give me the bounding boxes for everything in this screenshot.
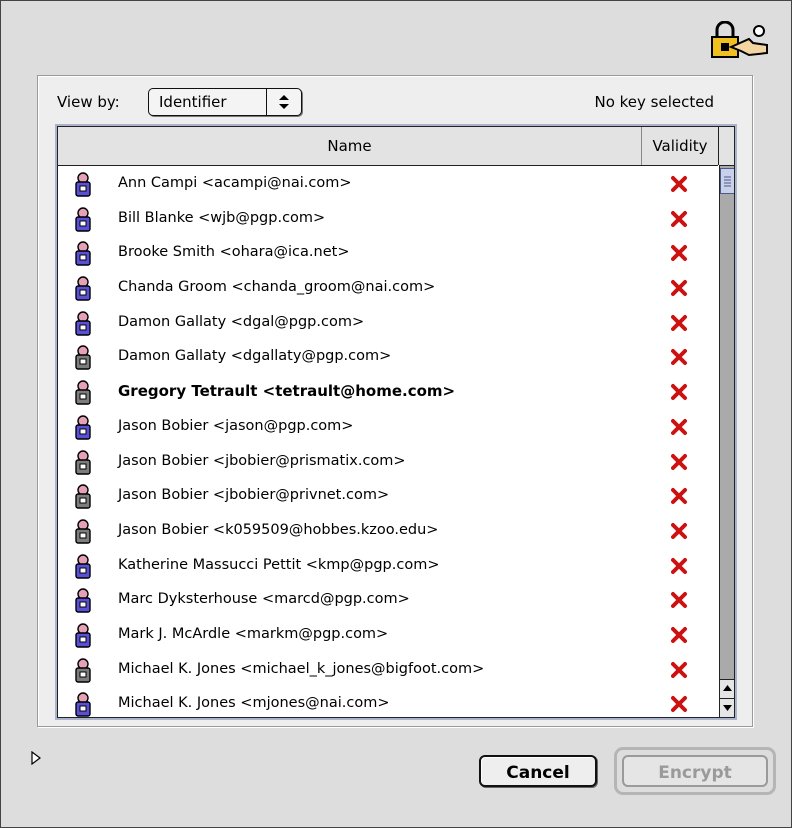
dh-key-icon <box>75 241 91 267</box>
list-row[interactable]: Ann Campi <acampi@nai.com> <box>58 166 718 201</box>
recipient-name: Jason Bobier <k059509@hobbes.kzoo.edu> <box>118 521 439 538</box>
recipient-name: Michael K. Jones <mjones@nai.com> <box>118 695 390 712</box>
dh-key-icon <box>75 206 91 232</box>
invalid-x-icon <box>671 245 687 262</box>
vertical-scrollbar[interactable] <box>719 166 734 717</box>
invalid-x-icon <box>671 661 687 678</box>
invalid-x-icon <box>671 592 687 609</box>
recipient-name: Jason Bobier <jason@pgp.com> <box>118 417 354 434</box>
list-row[interactable]: Gregory Tetrault <tetrault@home.com> <box>58 374 718 409</box>
list-row[interactable]: Chanda Groom <chanda_groom@nai.com> <box>58 270 718 305</box>
recipient-name: Bill Blanke <wjb@pgp.com> <box>118 209 326 226</box>
view-by-label: View by: <box>57 93 120 111</box>
dh-key-icon <box>75 623 91 648</box>
recipient-list[interactable]: Name Validity Ann Campi <acampi@nai.com>… <box>57 126 735 718</box>
invalid-x-icon <box>671 522 687 539</box>
invalid-x-icon <box>671 418 687 435</box>
invalid-x-icon <box>671 453 687 470</box>
invalid-x-icon <box>671 314 687 331</box>
recipient-name: Mark J. McArdle <markm@pgp.com> <box>118 625 389 642</box>
list-row[interactable]: Jason Bobier <jason@pgp.com> <box>58 409 718 444</box>
list-row[interactable]: Brooke Smith <ohara@ica.net> <box>58 235 718 270</box>
list-header: Name Validity <box>58 127 719 166</box>
list-row[interactable]: Michael K. Jones <michael_k_jones@bigfoo… <box>58 652 718 687</box>
scroll-thumb[interactable] <box>720 168 734 194</box>
invalid-x-icon <box>671 210 687 227</box>
invalid-x-icon <box>671 176 687 192</box>
recipient-name: Katherine Massucci Pettit <kmp@pgp.com> <box>118 556 440 573</box>
list-row[interactable]: Damon Gallaty <dgal@pgp.com> <box>58 305 718 340</box>
list-row[interactable]: Jason Bobier <jbobier@privnet.com> <box>58 478 718 513</box>
header-corner <box>719 127 734 166</box>
view-by-popup[interactable]: Identifier <box>148 88 302 116</box>
invalid-x-icon <box>671 557 687 574</box>
grip-icon <box>724 176 731 187</box>
cancel-button[interactable]: Cancel <box>479 755 597 787</box>
recipient-name: Ann Campi <acampi@nai.com> <box>118 175 352 191</box>
rsa-key-icon <box>75 380 91 405</box>
list-row[interactable]: Michael K. Jones <mjones@nai.com> <box>58 686 718 717</box>
rsa-key-icon <box>75 345 91 371</box>
list-rows: Ann Campi <acampi@nai.com> Bill Blanke <… <box>58 166 718 717</box>
dh-key-icon <box>75 311 91 336</box>
rsa-key-icon <box>75 519 91 544</box>
key-lock-icon <box>711 21 768 58</box>
list-row[interactable]: Mark J. McArdle <markm@pgp.com> <box>58 617 718 652</box>
recipient-name: Damon Gallaty <dgal@pgp.com> <box>118 313 365 330</box>
dh-key-icon <box>75 553 91 579</box>
recipients-panel: View by: Identifier No key selected Name… <box>37 75 753 727</box>
recipient-name: Jason Bobier <jbobier@prismatix.com> <box>118 452 406 469</box>
encrypt-button[interactable]: Encrypt <box>622 755 768 787</box>
invalid-x-icon <box>671 349 687 366</box>
validity-column-header[interactable]: Validity <box>642 127 719 165</box>
view-by-value: Identifier <box>159 93 227 111</box>
recipient-name: Gregory Tetrault <tetrault@home.com> <box>118 382 456 401</box>
key-selection-status: No key selected <box>594 93 714 111</box>
recipient-name: Michael K. Jones <michael_k_jones@bigfoo… <box>118 660 485 677</box>
invalid-x-icon <box>671 626 687 643</box>
dh-key-icon <box>75 415 91 440</box>
dh-key-icon <box>75 276 91 301</box>
invalid-x-icon <box>671 488 687 505</box>
recipient-name: Damon Gallaty <dgallaty@pgp.com> <box>118 348 392 365</box>
dh-key-icon <box>75 692 91 717</box>
recipient-name: Marc Dyksterhouse <marcd@pgp.com> <box>118 591 410 608</box>
popup-arrows-icon <box>266 89 289 115</box>
encrypt-recipients-dialog: View by: Identifier No key selected Name… <box>0 0 792 828</box>
dh-key-icon <box>75 588 91 613</box>
list-row[interactable]: Jason Bobier <jbobier@prismatix.com> <box>58 444 718 479</box>
dh-key-icon <box>75 172 91 197</box>
list-row[interactable]: Katherine Massucci Pettit <kmp@pgp.com> <box>58 548 718 583</box>
recipient-name: Brooke Smith <ohara@ica.net> <box>118 244 350 261</box>
arrow-up-icon <box>723 685 732 691</box>
arrow-down-icon <box>723 705 732 711</box>
list-row[interactable]: Marc Dyksterhouse <marcd@pgp.com> <box>58 582 718 617</box>
invalid-x-icon <box>671 280 687 297</box>
invalid-x-icon <box>671 384 687 401</box>
rsa-key-icon <box>75 657 91 683</box>
disclosure-triangle-icon[interactable] <box>31 751 41 765</box>
recipient-name: Chanda Groom <chanda_groom@nai.com> <box>118 279 436 296</box>
scroll-up-button[interactable] <box>720 679 734 698</box>
invalid-x-icon <box>671 696 687 713</box>
list-row[interactable]: Damon Gallaty <dgallaty@pgp.com> <box>58 339 718 374</box>
name-column-header[interactable]: Name <box>58 127 642 165</box>
scroll-down-button[interactable] <box>720 698 734 717</box>
rsa-key-icon <box>75 449 91 475</box>
list-row[interactable]: Bill Blanke <wjb@pgp.com> <box>58 201 718 236</box>
rsa-key-icon <box>75 484 91 509</box>
recipient-name: Jason Bobier <jbobier@privnet.com> <box>118 487 390 504</box>
list-row[interactable]: Jason Bobier <k059509@hobbes.kzoo.edu> <box>58 513 718 548</box>
